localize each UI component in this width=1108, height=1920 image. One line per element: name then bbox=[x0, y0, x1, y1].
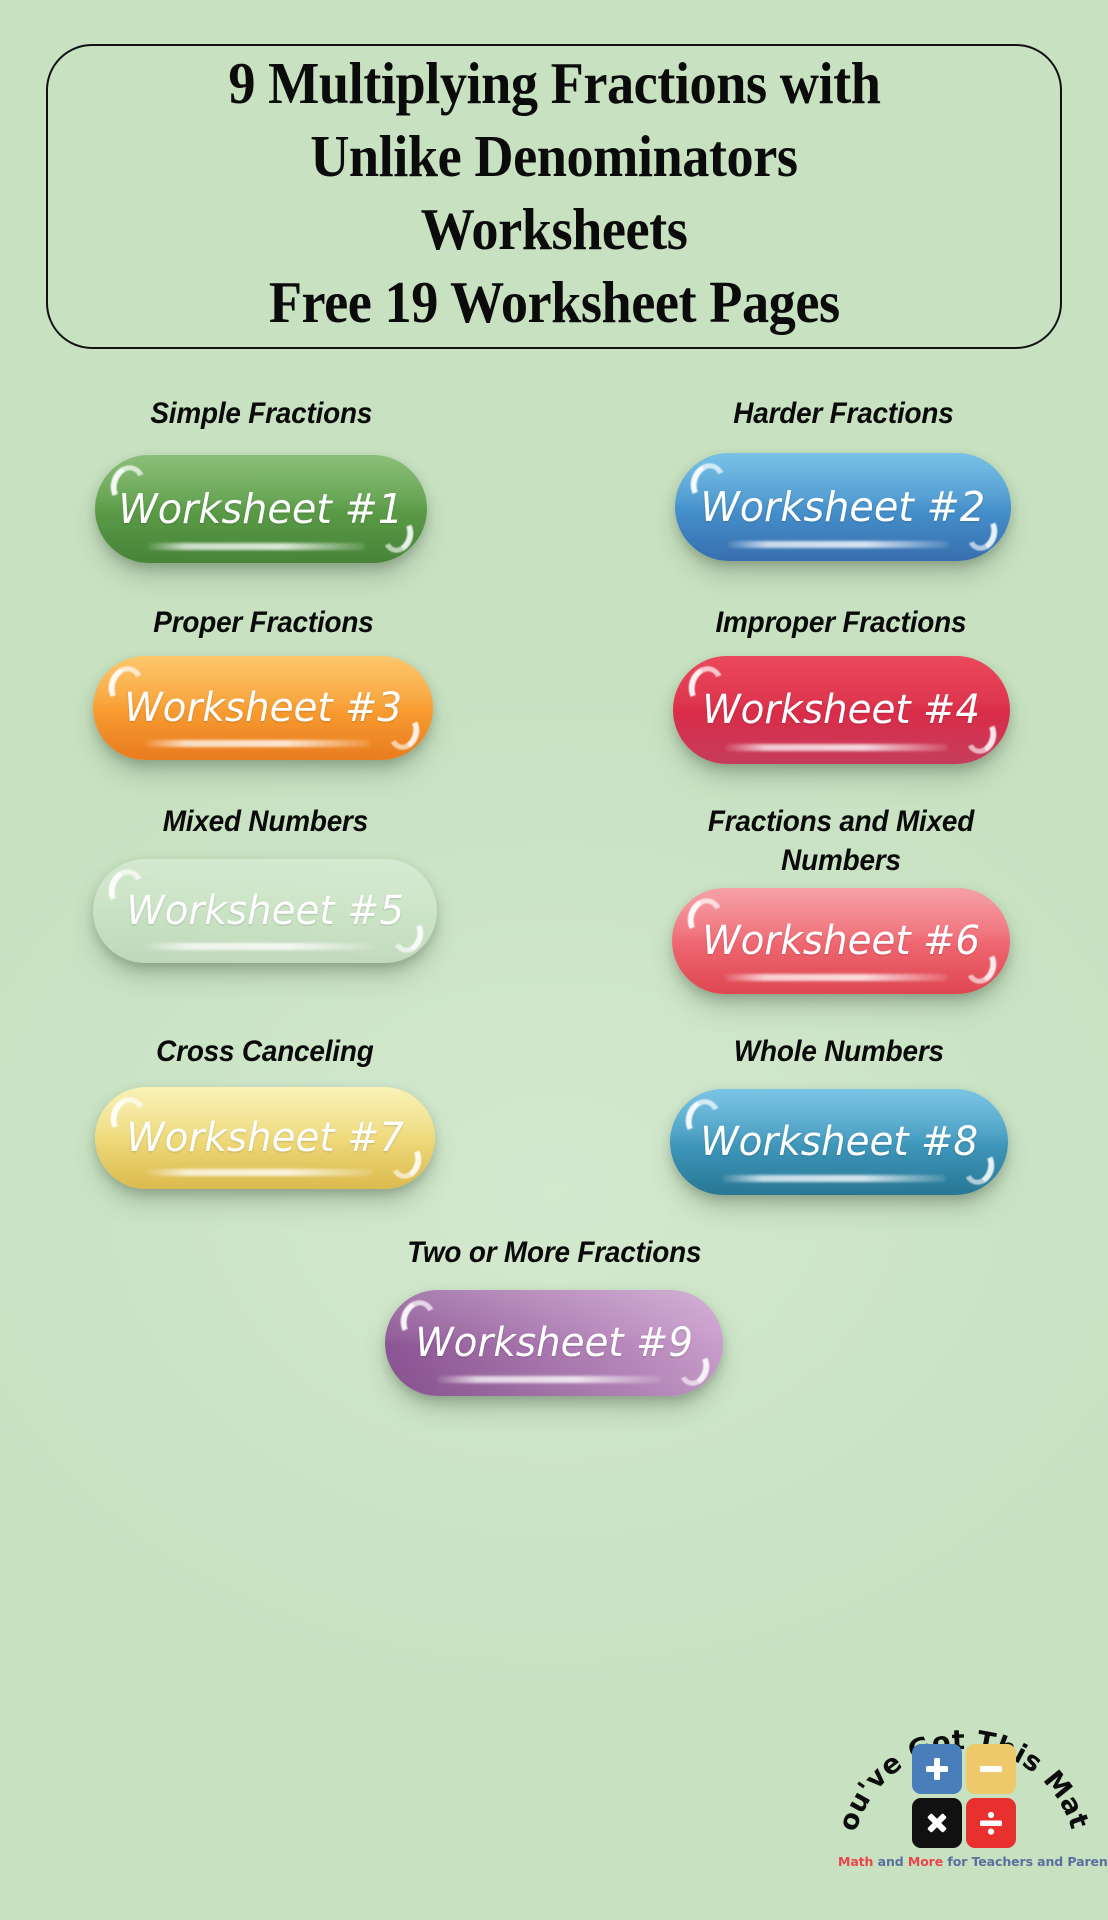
worksheet-button-wrap: Worksheet #7 bbox=[95, 1087, 435, 1189]
worksheet-button-label: Worksheet #4 bbox=[702, 687, 980, 733]
logo-operator-tiles bbox=[912, 1744, 1016, 1848]
worksheet-category-label: Proper Fractions bbox=[152, 606, 374, 639]
worksheet-button-4[interactable]: Worksheet #4 bbox=[672, 656, 1010, 764]
button-underline-highlight bbox=[724, 974, 948, 981]
worksheet-button-wrap: Worksheet #9 bbox=[385, 1290, 723, 1396]
worksheet-button-3[interactable]: Worksheet #3 bbox=[93, 656, 433, 760]
button-underline-highlight bbox=[727, 541, 949, 548]
worksheet-button-label: Worksheet #3 bbox=[124, 685, 402, 731]
plus-tile bbox=[912, 1744, 962, 1794]
logo-tagline-part-3: for Teachers and Parents bbox=[943, 1854, 1108, 1869]
title-line-2: Unlike Denominators bbox=[310, 122, 798, 189]
worksheet-group-1: Simple Fractions Worksheet #1 bbox=[0, 394, 538, 563]
worksheet-button-wrap: Worksheet #6 bbox=[672, 888, 1010, 994]
worksheet-button-label: Worksheet #8 bbox=[700, 1119, 978, 1165]
button-underline-highlight bbox=[145, 740, 371, 747]
worksheet-button-label: Worksheet #9 bbox=[415, 1320, 693, 1366]
worksheet-row: Two or More Fractions Worksheet #9 bbox=[0, 1233, 1108, 1396]
worksheet-button-8[interactable]: Worksheet #8 bbox=[670, 1089, 1008, 1195]
divide-icon bbox=[980, 1811, 1002, 1835]
worksheet-row: Simple Fractions Worksheet #1 Harder Fract… bbox=[0, 394, 1108, 563]
logo-tagline-part-2: More bbox=[907, 1854, 944, 1869]
worksheet-category-label: Mixed Numbers bbox=[162, 805, 368, 838]
times-icon bbox=[927, 1813, 947, 1833]
worksheet-button-wrap: Worksheet #2 bbox=[675, 453, 1011, 561]
worksheet-group-7: Cross Canceling Worksheet #7 bbox=[0, 1032, 542, 1195]
minus-tile bbox=[966, 1744, 1016, 1794]
worksheet-button-wrap: Worksheet #4 bbox=[672, 656, 1010, 764]
plus-icon bbox=[926, 1758, 948, 1780]
worksheet-button-9[interactable]: Worksheet #9 bbox=[385, 1290, 723, 1396]
divide-tile bbox=[966, 1798, 1016, 1848]
worksheet-button-wrap: Worksheet #3 bbox=[93, 656, 433, 760]
logo-tagline-part-1: and bbox=[873, 1854, 908, 1869]
worksheet-group-4: Improper Fractions Worksheet #4 bbox=[564, 603, 1108, 764]
worksheet-category-label: Cross Canceling bbox=[156, 1035, 374, 1068]
button-underline-highlight bbox=[722, 1175, 946, 1182]
infographic-page: 9 Multiplying Fractions with Unlike Deno… bbox=[0, 0, 1108, 1920]
worksheet-group-3: Proper Fractions Worksheet #3 bbox=[0, 603, 540, 764]
worksheet-row: Cross Canceling Worksheet #7 Whole Numbers… bbox=[0, 1032, 1108, 1195]
worksheet-button-7[interactable]: Worksheet #7 bbox=[95, 1087, 435, 1189]
worksheet-category-label: Simple Fractions bbox=[150, 397, 372, 430]
worksheet-button-label: Worksheet #5 bbox=[126, 888, 404, 934]
title-card: 9 Multiplying Fractions with Unlike Deno… bbox=[46, 44, 1062, 349]
worksheet-button-2[interactable]: Worksheet #2 bbox=[675, 453, 1011, 561]
times-tile bbox=[912, 1798, 962, 1848]
button-underline-highlight bbox=[437, 1376, 661, 1383]
worksheet-category-label: Fractions and Mixed Numbers bbox=[707, 805, 975, 877]
brand-logo: You've Got This Math bbox=[838, 1682, 1108, 1910]
worksheet-group-5: Mixed Numbers Worksheet #5 bbox=[0, 802, 542, 994]
worksheet-group-6: Fractions and Mixed Numbers Worksheet #6 bbox=[564, 802, 1108, 994]
worksheet-category-label: Harder Fractions bbox=[732, 397, 954, 430]
worksheet-button-label: Worksheet #1 bbox=[118, 484, 404, 533]
worksheet-button-wrap: Worksheet #1 bbox=[95, 455, 427, 563]
minus-icon bbox=[980, 1766, 1002, 1772]
worksheet-group-9: Two or More Fractions Worksheet #9 bbox=[277, 1233, 831, 1396]
button-underline-highlight bbox=[147, 543, 365, 550]
button-underline-highlight bbox=[145, 943, 375, 950]
worksheet-button-label: Worksheet #6 bbox=[702, 918, 980, 964]
worksheet-category-label: Improper Fractions bbox=[715, 606, 967, 639]
worksheet-category-label: Whole Numbers bbox=[734, 1035, 944, 1068]
worksheet-button-6[interactable]: Worksheet #6 bbox=[672, 888, 1010, 994]
logo-tagline-part-0: Math bbox=[838, 1854, 874, 1869]
worksheet-button-label: Worksheet #2 bbox=[700, 482, 986, 531]
worksheet-button-wrap: Worksheet #8 bbox=[670, 1089, 1008, 1195]
title-line-3: Worksheets bbox=[420, 195, 688, 262]
worksheet-button-1[interactable]: Worksheet #1 bbox=[95, 455, 427, 563]
button-underline-highlight bbox=[147, 1169, 373, 1176]
title-line-4: Free 19 Worksheet Pages bbox=[268, 268, 840, 335]
logo-tagline: Math and More for Teachers and Parents bbox=[838, 1854, 1108, 1869]
worksheet-button-wrap: Worksheet #5 bbox=[93, 859, 437, 963]
worksheet-button-5[interactable]: Worksheet #5 bbox=[93, 859, 437, 963]
worksheet-group-8: Whole Numbers Worksheet #8 bbox=[562, 1032, 1108, 1195]
button-underline-highlight bbox=[724, 744, 948, 751]
worksheet-button-label: Worksheet #7 bbox=[126, 1115, 404, 1161]
worksheet-grid: Simple Fractions Worksheet #1 Harder Fract… bbox=[0, 394, 1108, 1396]
title-line-1: 9 Multiplying Fractions with bbox=[227, 49, 881, 116]
worksheet-category-label: Two or More Fractions bbox=[406, 1236, 702, 1269]
worksheet-row: Mixed Numbers Worksheet #5 Fractions and M… bbox=[0, 802, 1108, 994]
worksheet-row: Proper Fractions Worksheet #3 Improper Fra… bbox=[0, 603, 1108, 764]
worksheet-group-2: Harder Fractions Worksheet #2 bbox=[566, 394, 1108, 563]
